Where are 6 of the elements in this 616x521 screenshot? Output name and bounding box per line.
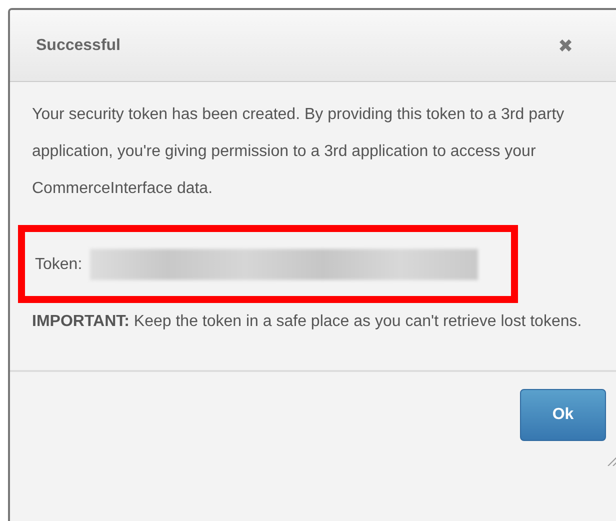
ok-button[interactable]: Ok: [520, 389, 606, 441]
message-text: Your security token has been created. By providing this token to a 3rd party application, you're giving permission to a 3rd application to access your CommerceInterface data.: [32, 105, 566, 199]
important-note: IMPORTANT: Keep the token in a safe place as you can't retrieve lost tokens.: [32, 312, 583, 332]
dialog-title: Successful: [36, 36, 120, 56]
close-button[interactable]: ✖: [558, 36, 573, 54]
token-label: Token:: [35, 254, 82, 274]
